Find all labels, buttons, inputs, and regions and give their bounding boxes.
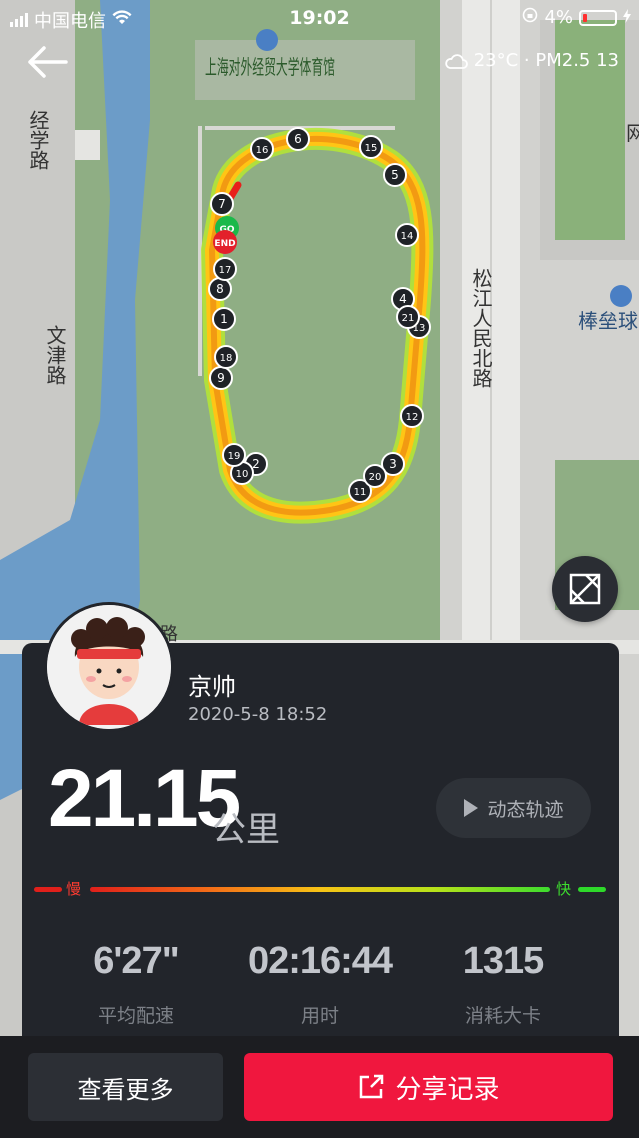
svg-text:7: 7 (218, 197, 226, 211)
cloud-icon (445, 53, 468, 69)
end-marker: END (213, 230, 237, 254)
speed-gradient-bar (90, 887, 550, 892)
share-record-label: 分享记录 (395, 1074, 500, 1105)
svg-text:8: 8 (216, 282, 224, 296)
km-marker: 21 (396, 305, 420, 329)
calories-label: 消耗大卡 (464, 1005, 541, 1027)
svg-text:END: END (214, 239, 235, 249)
duration-value: 02:16:44 (247, 940, 393, 982)
svg-text:6: 6 (294, 132, 302, 146)
avg-pace-value: 6'27" (93, 940, 179, 982)
battery-percent: 4% (544, 7, 573, 28)
runner-name: 京帅 (188, 673, 236, 701)
svg-text:2: 2 (252, 457, 260, 471)
km-marker: 8 (208, 277, 232, 301)
km-marker: 6 (286, 127, 310, 151)
distance-value: 21.15 (48, 753, 241, 844)
lock-rotation-icon (522, 7, 538, 28)
svg-text:1: 1 (220, 312, 228, 326)
km-marker: 15 (359, 135, 383, 159)
calories-value: 1315 (462, 940, 545, 982)
slow-label: 慢 (66, 880, 82, 898)
back-button[interactable] (22, 42, 74, 82)
km-marker: 19 (222, 443, 246, 467)
map-label-road-wenjin: 文津路 (43, 325, 67, 385)
svg-text:9: 9 (217, 371, 225, 385)
km-marker: 7 (210, 192, 234, 216)
fast-label: 快 (556, 880, 572, 898)
svg-text:15: 15 (365, 143, 378, 154)
view-more-button[interactable]: 查看更多 (28, 1053, 223, 1121)
km-marker: 14 (395, 223, 419, 247)
weather-text: 23°C · PM2.5 13 (473, 50, 619, 71)
svg-text:11: 11 (354, 487, 367, 498)
distance-unit: 公里 (212, 810, 280, 850)
weather-info: 23°C · PM2.5 13 (444, 50, 619, 71)
svg-text:10: 10 (236, 469, 249, 480)
svg-text:18: 18 (220, 353, 233, 364)
km-marker: 16 (250, 137, 274, 161)
map-label-venue: 上海对外经贸大学体育馆 (205, 55, 335, 79)
stat-calories: 1315 消耗大卡 (413, 940, 593, 1028)
speed-legend: 慢 快 (34, 878, 606, 900)
slow-swatch (34, 887, 62, 892)
km-marker: 9 (209, 366, 233, 390)
run-datetime: 2020-5-8 18:52 (188, 704, 328, 725)
svg-text:5: 5 (391, 168, 399, 182)
arrow-left-icon (28, 46, 68, 78)
duration-label: 用时 (300, 1005, 339, 1027)
view-more-label: 查看更多 (77, 1075, 174, 1104)
avg-pace-label: 平均配速 (97, 1005, 174, 1027)
km-marker: 17 (213, 257, 237, 281)
map-layer-toggle-button[interactable] (552, 556, 618, 622)
status-bar: 中国电信 19:02 4% (0, 0, 639, 36)
share-record-button[interactable]: 分享记录 (244, 1053, 613, 1121)
map-label-road-jing: 经学路 (26, 110, 50, 170)
svg-text:17: 17 (219, 265, 232, 276)
km-marker: 5 (383, 163, 407, 187)
svg-text:3: 3 (389, 457, 397, 471)
fast-swatch (578, 887, 606, 892)
map-label-corner: 网 (626, 121, 639, 145)
svg-text:19: 19 (228, 451, 241, 462)
stat-duration: 02:16:44 用时 (230, 940, 410, 1028)
km-marker: 1 (212, 307, 236, 331)
share-icon (360, 1074, 384, 1099)
charging-icon (623, 7, 631, 28)
svg-text:20: 20 (369, 472, 382, 483)
image-toggle-icon (569, 573, 601, 605)
play-icon (464, 799, 479, 817)
svg-text:12: 12 (406, 412, 419, 423)
avatar[interactable] (44, 602, 174, 732)
svg-text:14: 14 (401, 231, 414, 242)
battery-icon (579, 9, 617, 26)
km-marker: 20 (363, 464, 387, 488)
svg-text:4: 4 (399, 292, 407, 306)
map-label-baseball: 棒垒球 (578, 309, 638, 333)
replay-track-label: 动态轨迹 (487, 798, 564, 821)
baseball-poi-icon (610, 285, 632, 307)
km-marker: 12 (400, 404, 424, 428)
replay-track-button[interactable]: 动态轨迹 (436, 778, 591, 838)
km-marker: 18 (214, 345, 238, 369)
map-label-road-songjiang: 松江人民北路 (469, 268, 493, 388)
svg-text:21: 21 (402, 313, 415, 324)
stat-avg-pace: 6'27" 平均配速 (46, 940, 226, 1028)
svg-text:16: 16 (256, 145, 269, 156)
